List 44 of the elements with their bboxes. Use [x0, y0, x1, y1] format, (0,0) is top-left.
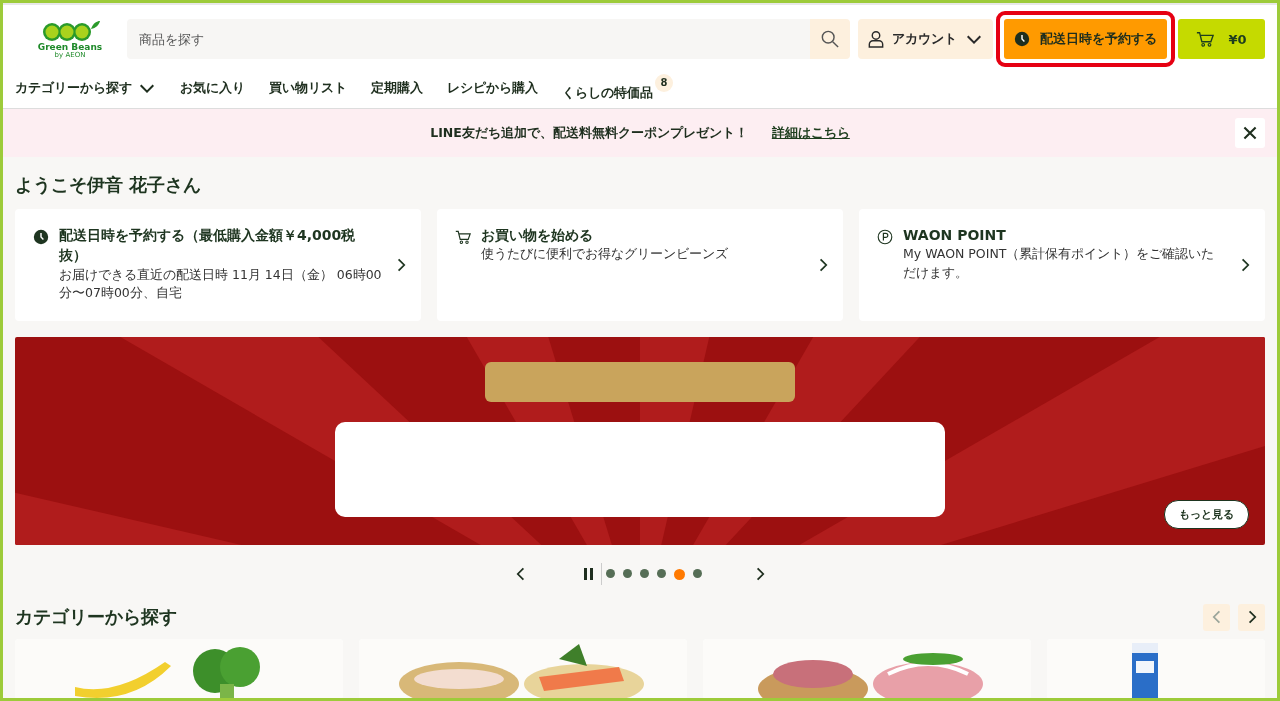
info-card[interactable]: WAON POINT My WAON POINT（累計保有ポイント）をご確認いただけます。 — [859, 209, 1265, 321]
notice-text: LINE友だち追加で、配送料無料クーポンプレゼント！ — [430, 124, 748, 142]
next-button[interactable] — [1238, 603, 1265, 631]
slide-dot[interactable] — [622, 568, 632, 578]
clock-icon — [1014, 31, 1030, 47]
pause-icon — [582, 567, 595, 581]
card-title: WAON POINT — [903, 226, 1007, 245]
slide-dot[interactable] — [656, 568, 666, 578]
card-description: 使うたびに便利でお得なグリーンビーンズ — [481, 245, 729, 264]
reserve-delivery-button[interactable]: 配送日時を予約する — [1004, 19, 1167, 59]
section-heading: カテゴリーから探す — [15, 605, 177, 629]
cart-icon — [455, 229, 471, 245]
count-badge: 8 — [655, 73, 673, 92]
point-icon — [877, 229, 893, 245]
see-more-button[interactable]: もっと見る — [1164, 500, 1249, 529]
search-icon — [821, 30, 839, 48]
card-title: 配送日時を予約する（最低購入金額￥4,000税抜） — [59, 226, 357, 266]
person-icon — [868, 30, 884, 48]
cart-icon — [1196, 30, 1215, 48]
search-button[interactable] — [810, 19, 850, 59]
slide-dot[interactable] — [639, 568, 649, 578]
account-button[interactable]: アカウント — [858, 19, 993, 59]
nav-link[interactable]: カテゴリーから探す — [15, 78, 156, 97]
card-title: お買い物を始める — [481, 226, 594, 245]
card-description: My WAON POINT（累計保有ポイント）をご確認いただけます。 — [903, 245, 1216, 283]
slide-dot[interactable] — [692, 568, 702, 578]
details-link[interactable]: 詳細はこちら — [771, 124, 850, 142]
info-card[interactable]: お買い物を始める 使うたびに便利でお得なグリーンビーンズ — [437, 209, 843, 321]
slide-dot[interactable] — [673, 568, 685, 580]
welcome-heading: ようこそ伊音 花子さん — [15, 173, 203, 197]
clock-icon — [33, 229, 49, 245]
close-button[interactable] — [1235, 118, 1265, 148]
nav-link[interactable]: 定期購入 — [371, 78, 423, 97]
slide-dot[interactable] — [605, 568, 615, 578]
cart-button[interactable]: ¥0 — [1178, 19, 1265, 59]
nav-link[interactable]: くらしの特価品 8 — [562, 73, 673, 102]
card-description: お届けできる直近の配送日時 11月 14日（金） 06時00分〜07時00分、自宅 — [59, 265, 383, 303]
nav-link[interactable]: お気に入り — [180, 78, 245, 97]
info-card[interactable]: 配送日時を予約する（最低購入金額￥4,000税抜） お届けできる直近の配送日時 11月 14日（金） 06時00分〜07時00分、自宅 — [15, 209, 421, 321]
nav-link[interactable]: 買い物リスト — [269, 78, 347, 97]
search-field[interactable]: 商品を探す — [127, 19, 810, 59]
nav-link[interactable]: レシピから購入 — [447, 78, 538, 97]
close-icon — [1242, 125, 1258, 141]
pea-pod-icon — [40, 18, 100, 43]
